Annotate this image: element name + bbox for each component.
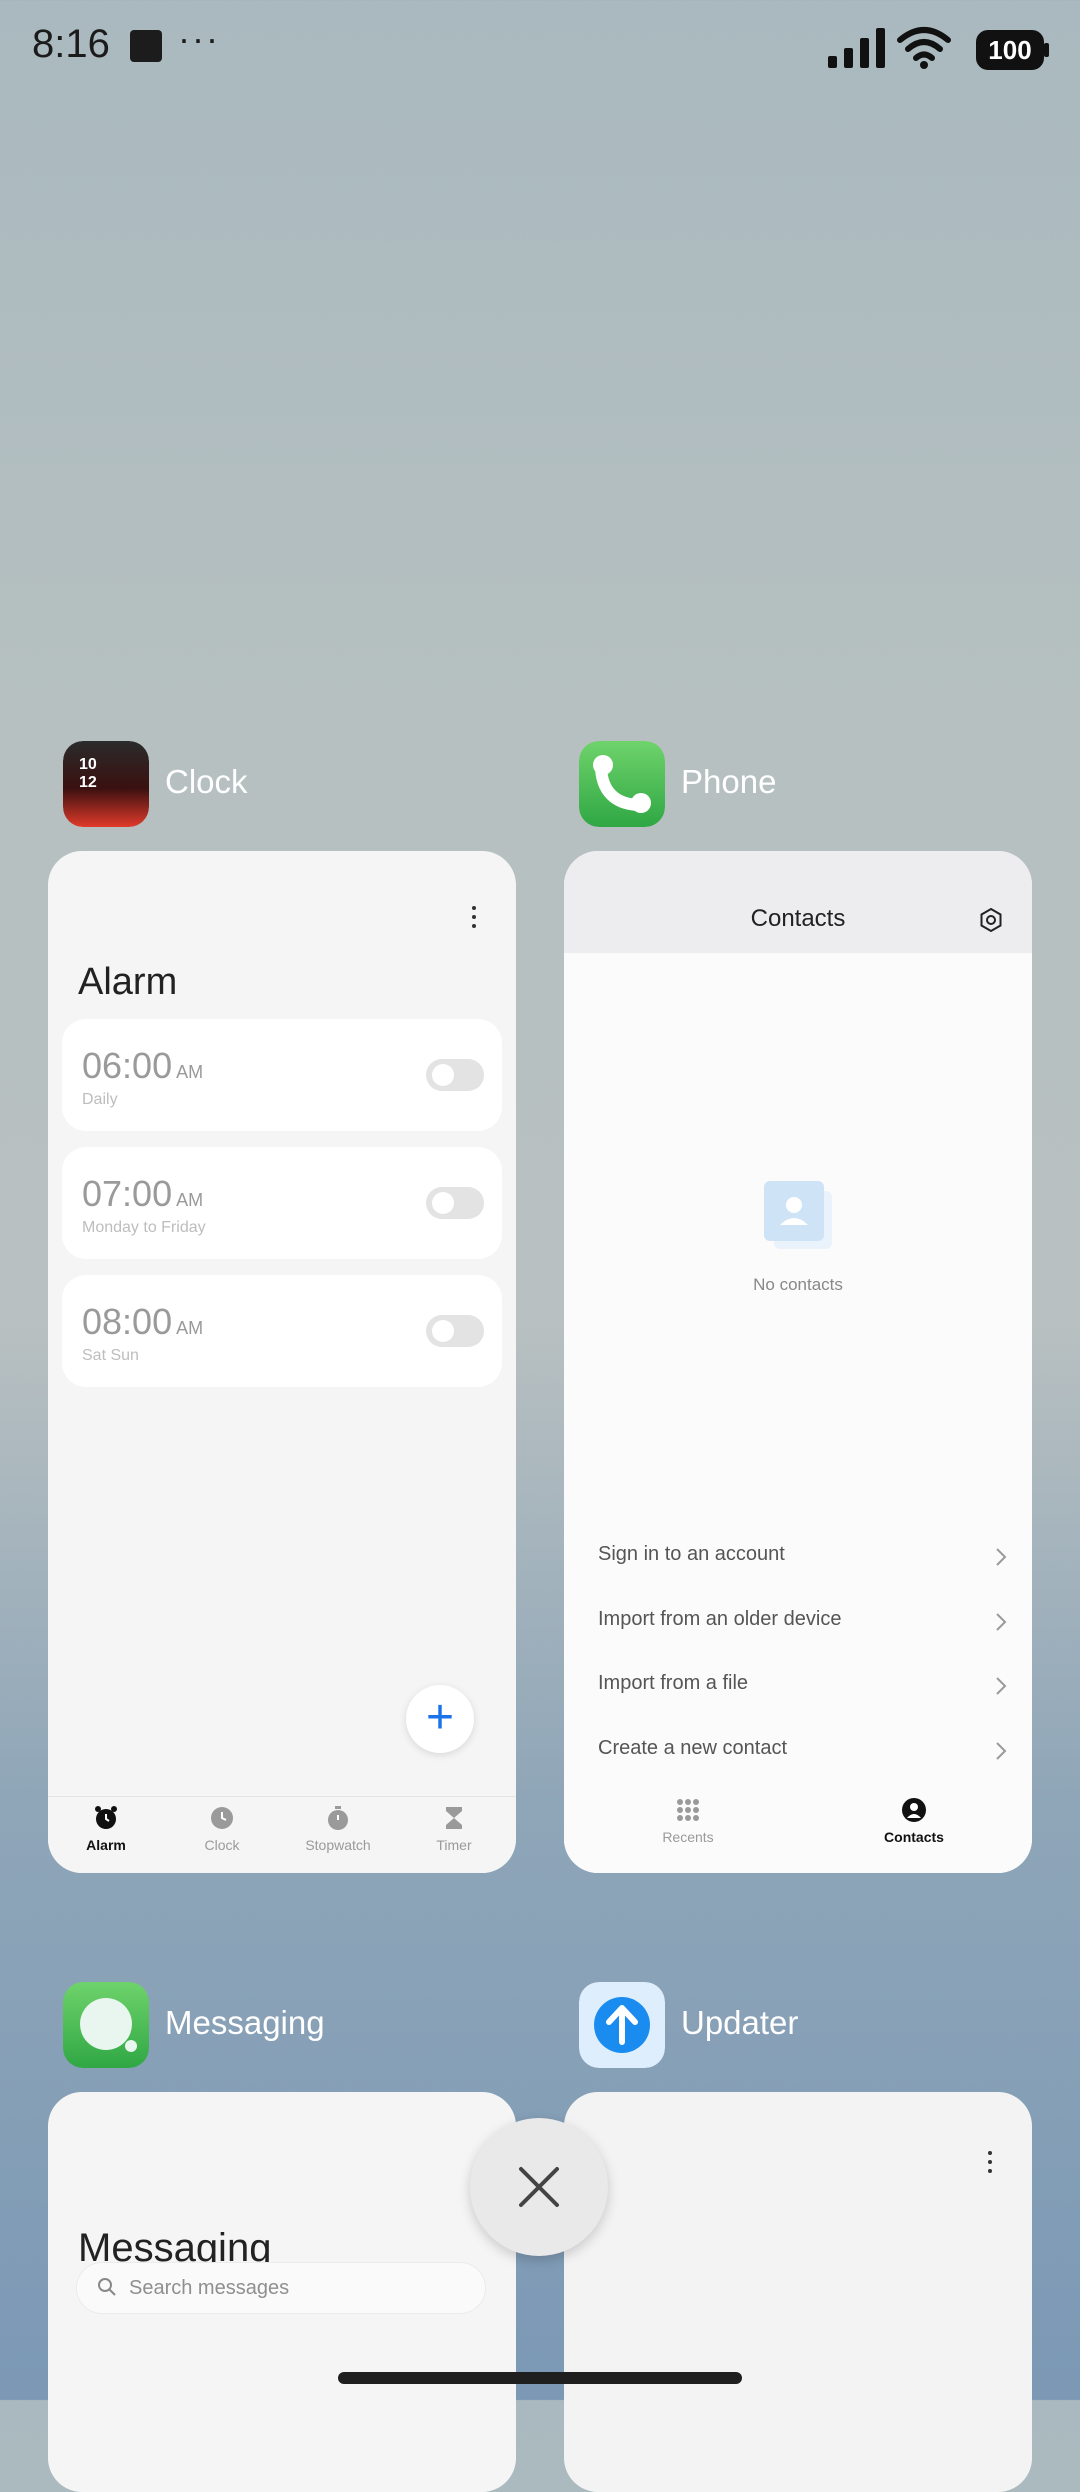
alarm-toggle[interactable] <box>426 1187 484 1219</box>
messaging-app-title: Messaging <box>165 2004 325 2041</box>
updater-app-title: Updater <box>681 2004 799 2041</box>
status-time: 8:16 <box>32 22 110 66</box>
chevron-right-icon <box>996 1677 1007 1695</box>
person-icon <box>902 1798 926 1822</box>
alarm-repeat: Daily <box>82 1091 118 1108</box>
clock-icon <box>211 1807 233 1829</box>
search-icon <box>98 2278 116 2296</box>
updater-app-icon <box>579 1982 665 2068</box>
sign-in-account-row[interactable]: Sign in to an account <box>598 1543 1008 1583</box>
clock-app-title: Clock <box>165 763 248 800</box>
svg-text:12: 12 <box>79 774 97 791</box>
alarm-ampm: AM <box>176 1062 204 1082</box>
tab-recents[interactable]: Recents <box>638 1797 738 1845</box>
phone-app-icon <box>579 741 665 827</box>
alarm-clock-icon <box>95 1806 117 1829</box>
search-placeholder: Search messages <box>129 2277 290 2299</box>
battery-indicator: 100 <box>976 30 1049 70</box>
contacts-header: Contacts <box>564 851 1032 953</box>
alarm-time: 08:00 <box>82 1301 173 1342</box>
alarm-time: 06:00 <box>82 1045 173 1086</box>
svg-text:10: 10 <box>79 756 97 773</box>
close-icon <box>519 2167 559 2207</box>
phone-app-header[interactable]: Phone <box>579 741 999 827</box>
tab-clock[interactable]: Clock <box>172 1805 272 1853</box>
alarm-item[interactable]: 06:00 AM Daily <box>62 1019 502 1131</box>
clock-app-header[interactable]: 10 12 Clock <box>63 741 483 827</box>
phone-app-card[interactable]: Contacts No contacts Sign in to an accou… <box>564 851 1032 1873</box>
stopwatch-icon <box>328 1806 348 1830</box>
tab-timer[interactable]: Timer <box>404 1805 504 1853</box>
alarm-repeat: Sat Sun <box>82 1347 139 1364</box>
updater-app-card[interactable] <box>564 2092 1032 2492</box>
notification-square-icon <box>130 30 162 62</box>
status-bar: 8:16 ··· 100 <box>0 0 1080 100</box>
alarm-ampm: AM <box>176 1318 204 1338</box>
alarm-toggle[interactable] <box>426 1315 484 1347</box>
phone-bottom-nav: Recents Contacts <box>564 1787 1032 1873</box>
import-older-device-row[interactable]: Import from an older device <box>598 1608 1008 1648</box>
more-notifications-icon: ··· <box>178 18 220 59</box>
hourglass-icon <box>446 1807 462 1829</box>
settings-icon[interactable] <box>978 907 1004 933</box>
import-file-row[interactable]: Import from a file <box>598 1672 1008 1712</box>
create-contact-row[interactable]: Create a new contact <box>598 1737 1008 1777</box>
chevron-right-icon <box>996 1613 1007 1631</box>
more-options-icon[interactable] <box>986 2146 994 2176</box>
contact-card-icon <box>764 1181 832 1249</box>
home-indicator[interactable] <box>338 2372 742 2384</box>
messaging-app-header[interactable]: Messaging <box>63 1982 483 2068</box>
clock-app-icon: 10 12 <box>63 741 149 827</box>
clock-bottom-nav: Alarm Clock Stopwatch Timer <box>48 1796 516 1873</box>
more-options-icon[interactable] <box>470 901 478 931</box>
tab-alarm[interactable]: Alarm <box>56 1805 156 1853</box>
clear-all-button[interactable] <box>470 2118 608 2256</box>
alarm-ampm: AM <box>176 1190 204 1210</box>
empty-state-text: No contacts <box>753 1275 843 1294</box>
updater-app-header[interactable]: Updater <box>579 1982 999 2068</box>
wifi-icon <box>897 27 951 69</box>
alarm-item[interactable]: 07:00 AM Monday to Friday <box>62 1147 502 1259</box>
alarm-repeat: Monday to Friday <box>82 1219 206 1236</box>
alarm-heading: Alarm <box>78 961 178 1003</box>
add-alarm-button[interactable]: + <box>406 1685 474 1753</box>
alarm-item[interactable]: 08:00 AM Sat Sun <box>62 1275 502 1387</box>
alarm-toggle[interactable] <box>426 1059 484 1091</box>
contacts-title: Contacts <box>750 905 846 932</box>
tab-stopwatch[interactable]: Stopwatch <box>288 1805 388 1853</box>
messaging-app-card[interactable]: Messaging Search messages <box>48 2092 516 2492</box>
signal-icon <box>828 28 885 68</box>
chevron-right-icon <box>996 1742 1007 1760</box>
phone-app-title: Phone <box>681 763 777 800</box>
tab-contacts[interactable]: Contacts <box>864 1797 964 1845</box>
alarm-time: 07:00 <box>82 1173 173 1214</box>
messaging-app-icon <box>63 1982 149 2068</box>
dial-pad-icon <box>677 1799 699 1821</box>
clock-app-card[interactable]: Alarm 06:00 AM Daily 07:00 AM Monday to Fr… <box>48 851 516 1873</box>
chevron-right-icon <box>996 1548 1007 1566</box>
search-messages-field[interactable]: Search messages <box>76 2262 486 2314</box>
